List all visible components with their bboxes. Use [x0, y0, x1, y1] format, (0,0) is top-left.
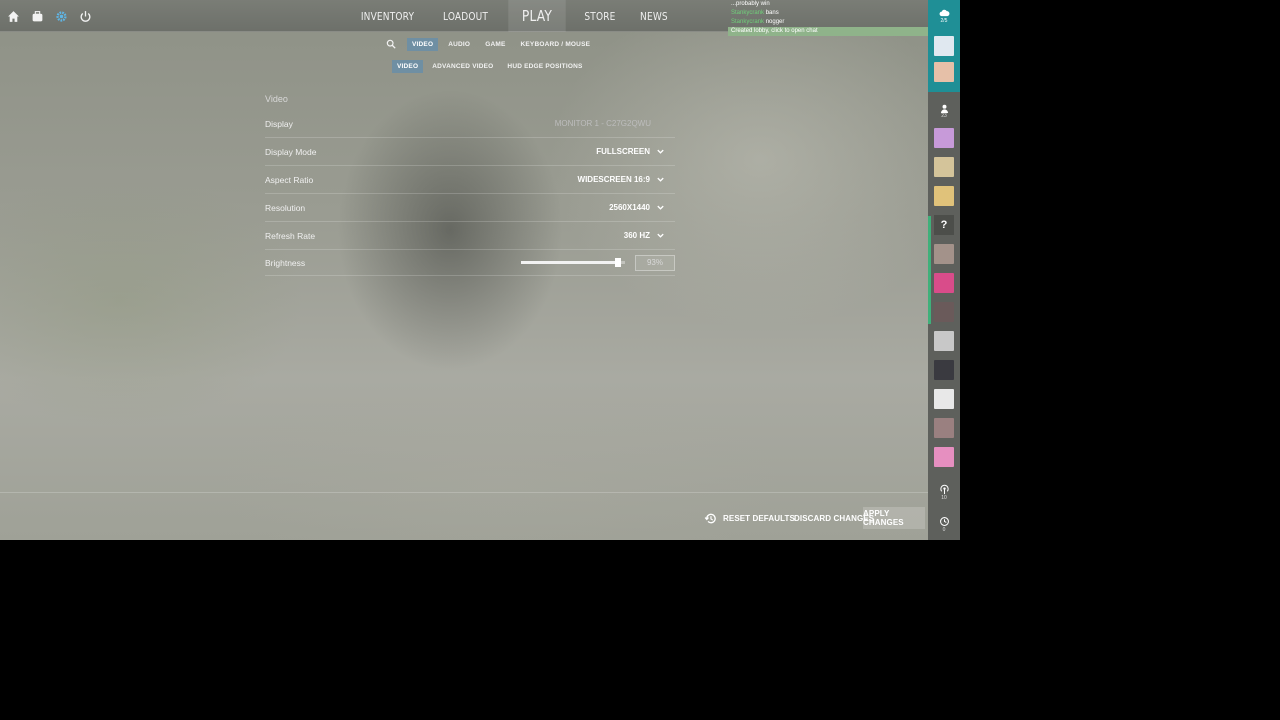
- inventory-case-icon[interactable]: [30, 8, 44, 24]
- party-button[interactable]: 2/5: [928, 0, 960, 32]
- brightness-slider[interactable]: [521, 258, 625, 267]
- friends-sidebar: 2/5 23 ? 10 0: [928, 0, 960, 540]
- subtab-video[interactable]: VIDEO: [392, 59, 424, 73]
- setting-label: Display Mode: [265, 146, 317, 157]
- setting-brightness: Brightness 93%: [265, 250, 675, 276]
- setting-label: Display: [265, 118, 293, 129]
- friend-avatar[interactable]: [934, 302, 954, 322]
- section-title: Video: [265, 94, 288, 104]
- search-icon[interactable]: [384, 37, 398, 51]
- top-icon-group: [6, 8, 92, 24]
- brightness-slider-fill: [521, 261, 618, 264]
- brightness-slider-handle[interactable]: [614, 258, 621, 267]
- clock-history-icon: [939, 517, 949, 526]
- cloud-icon: [939, 9, 949, 17]
- resolution-dropdown[interactable]: 2560X1440: [609, 203, 675, 212]
- home-icon[interactable]: [6, 8, 20, 24]
- video-settings-panel: Video Display MONITOR 1 - C27G2QWU Displ…: [265, 90, 675, 276]
- chat-line: ...probably win: [731, 1, 770, 7]
- bottom-action-bar: RESET DEFAULTS DISCARD CHANGES APPLY CHA…: [0, 492, 928, 540]
- setting-label: Aspect Ratio: [265, 174, 314, 185]
- setting-label: Resolution: [265, 202, 306, 213]
- settings-tabs: VIDEO AUDIO GAME KEYBOARD / MOUSE: [384, 36, 595, 52]
- setting-label: Brightness: [265, 257, 306, 268]
- help-icon[interactable]: ?: [934, 215, 954, 235]
- brightness-control: 93%: [521, 254, 675, 271]
- lobby-chat[interactable]: ...probably win Stankycrank bans Stankyc…: [728, 0, 928, 36]
- friend-avatar[interactable]: [934, 389, 954, 409]
- chevron-down-icon: [657, 149, 664, 154]
- nav-play[interactable]: PLAY: [508, 0, 566, 32]
- friend-avatar[interactable]: [934, 128, 954, 148]
- friend-avatar[interactable]: [934, 244, 954, 264]
- apply-changes-button[interactable]: APPLY CHANGES: [863, 507, 925, 529]
- friend-avatar[interactable]: [934, 360, 954, 380]
- friend-avatar[interactable]: [934, 157, 954, 177]
- setting-display: Display MONITOR 1 - C27G2QWU: [265, 110, 675, 138]
- setting-refresh-rate: Refresh Rate 360 HZ: [265, 222, 675, 250]
- tab-audio[interactable]: AUDIO: [443, 38, 475, 51]
- aspect-ratio-dropdown[interactable]: WIDESCREEN 16:9: [578, 175, 675, 184]
- refresh-rate-dropdown[interactable]: 360 HZ: [624, 231, 675, 240]
- person-icon: [940, 104, 948, 113]
- party-count: 2/5: [940, 18, 948, 24]
- reset-defaults-button[interactable]: RESET DEFAULTS: [704, 507, 795, 529]
- tab-video[interactable]: VIDEO: [407, 37, 439, 51]
- friends-count-button[interactable]: 23: [940, 96, 949, 126]
- friend-avatar[interactable]: [934, 418, 954, 438]
- setting-display-mode: Display Mode FULLSCREEN: [265, 138, 675, 166]
- setting-aspect-ratio: Aspect Ratio WIDESCREEN 16:9: [265, 166, 675, 194]
- gear-icon[interactable]: [54, 8, 68, 24]
- settings-subtabs: VIDEO ADVANCED VIDEO HUD EDGE POSITIONS: [392, 58, 588, 74]
- chevron-down-icon: [657, 177, 664, 182]
- chevron-down-icon: [657, 233, 664, 238]
- nav-store[interactable]: STORE: [577, 0, 623, 32]
- broadcast-button[interactable]: 10: [934, 484, 954, 508]
- nav-loadout[interactable]: LOADOUT: [436, 0, 496, 32]
- friend-avatar[interactable]: [934, 186, 954, 206]
- display-mode-dropdown[interactable]: FULLSCREEN: [596, 147, 675, 156]
- friend-avatar[interactable]: [934, 331, 954, 351]
- online-status-indicator: [928, 216, 931, 324]
- chevron-down-icon: [657, 205, 664, 210]
- brightness-value-field[interactable]: 93%: [635, 254, 675, 271]
- party-member-avatar[interactable]: [934, 62, 954, 82]
- tab-game[interactable]: GAME: [480, 38, 510, 51]
- top-bar: INVENTORY LOADOUT PLAY STORE NEWS ...pro…: [0, 0, 928, 36]
- subtab-advanced-video[interactable]: ADVANCED VIDEO: [427, 60, 498, 73]
- setting-resolution: Resolution 2560X1440: [265, 194, 675, 222]
- setting-label: Refresh Rate: [265, 230, 316, 241]
- chat-line: Stankycrank nogger: [731, 19, 785, 25]
- friends-list: 23 ?: [928, 92, 960, 467]
- display-value: MONITOR 1 - C27G2QWU: [554, 119, 651, 128]
- nav-news[interactable]: NEWS: [633, 0, 676, 32]
- party-member-avatar[interactable]: [934, 36, 954, 56]
- chat-open-prompt[interactable]: Created lobby, click to open chat: [728, 27, 928, 36]
- friend-avatar[interactable]: [934, 273, 954, 293]
- friend-avatar[interactable]: [934, 447, 954, 467]
- history-icon: [704, 513, 716, 523]
- nav-inventory[interactable]: INVENTORY: [353, 0, 421, 32]
- power-icon[interactable]: [78, 8, 92, 24]
- tab-keyboard-mouse[interactable]: KEYBOARD / MOUSE: [516, 38, 596, 51]
- antenna-icon: [939, 484, 949, 495]
- subtab-hud-edge-positions[interactable]: HUD EDGE POSITIONS: [502, 60, 587, 73]
- chat-line: Stankycrank bans: [731, 10, 779, 16]
- friend-avatars: ?: [934, 128, 954, 467]
- game-viewport: INVENTORY LOADOUT PLAY STORE NEWS ...pro…: [0, 0, 960, 540]
- party-members: [928, 32, 960, 92]
- recent-button[interactable]: 0: [934, 516, 954, 540]
- main-nav: INVENTORY LOADOUT PLAY STORE NEWS: [346, 0, 680, 32]
